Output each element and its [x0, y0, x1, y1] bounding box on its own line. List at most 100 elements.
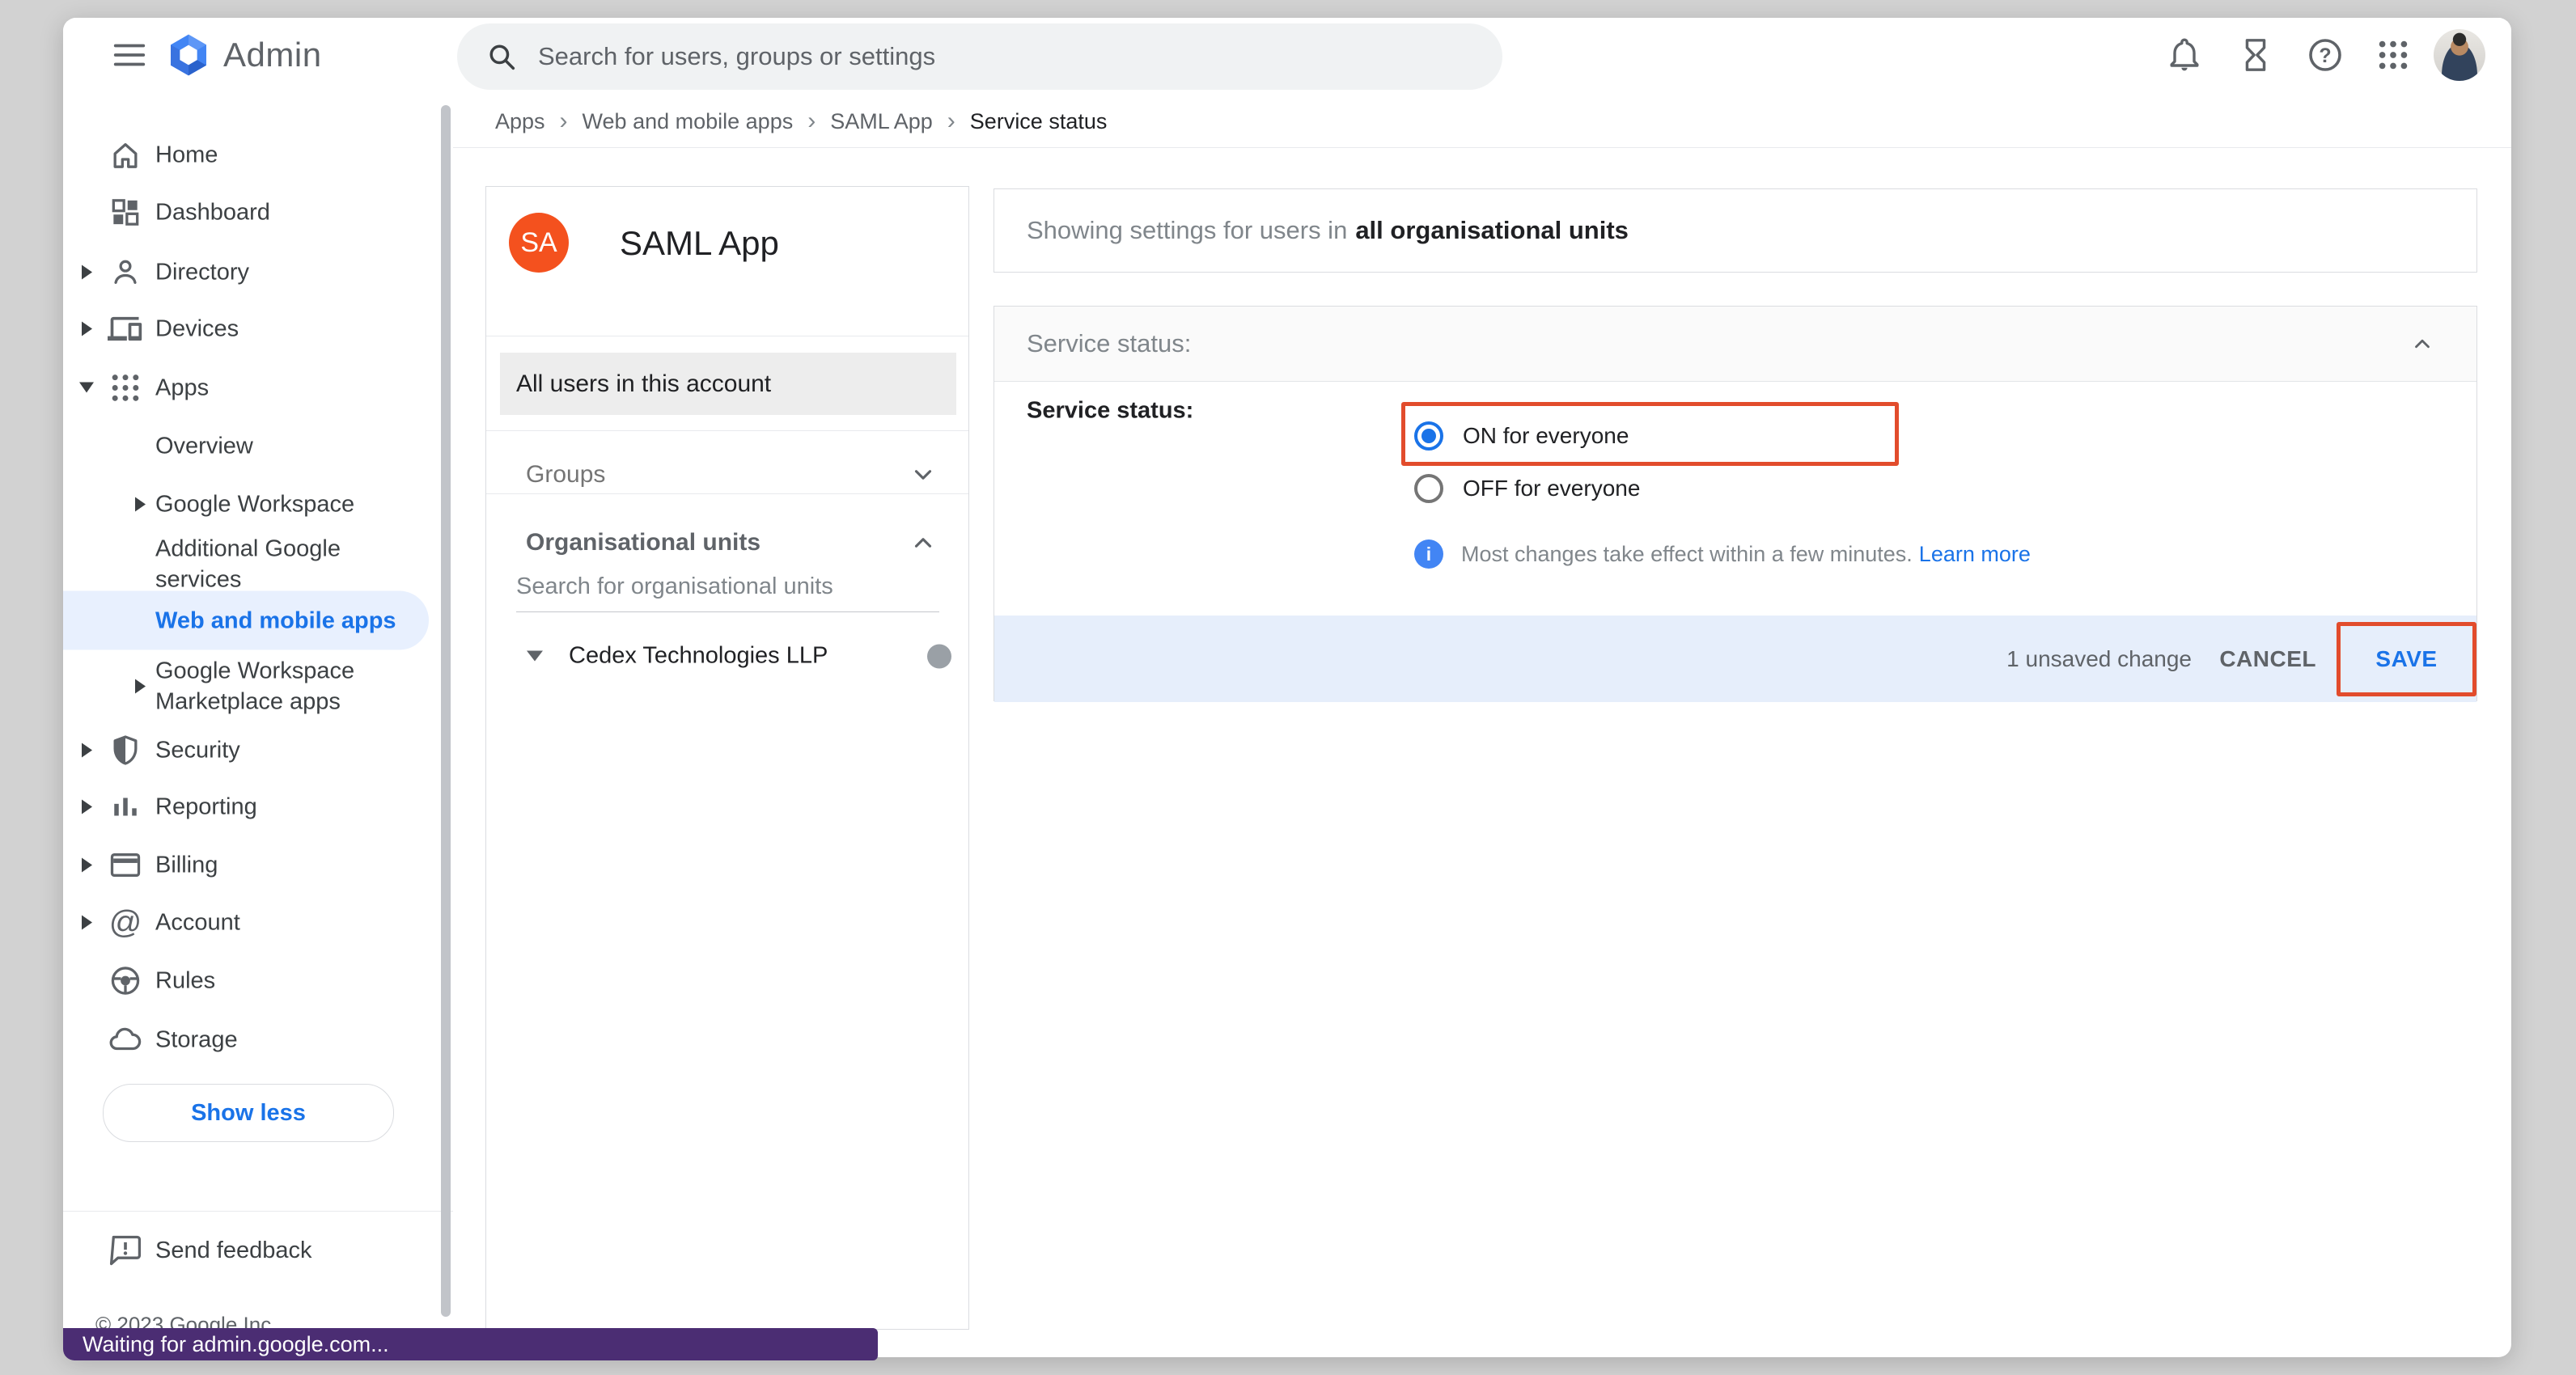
- radio-on-icon[interactable]: [1414, 421, 1443, 451]
- expand-arrow-icon[interactable]: [73, 799, 100, 814]
- sidebar-item-label: Storage: [155, 1024, 238, 1055]
- sidebar-item-label: Reporting: [155, 791, 257, 822]
- breadcrumb-separator: ›: [807, 108, 816, 135]
- org-units-search: [516, 573, 939, 612]
- all-users-row[interactable]: All users in this account: [500, 353, 956, 415]
- dashboard-icon: [107, 193, 144, 231]
- org-units-search-input[interactable]: [516, 573, 939, 612]
- collapse-arrow-icon[interactable]: [73, 383, 100, 393]
- sidebar-item-label: Account: [155, 907, 240, 937]
- account-avatar[interactable]: [2434, 29, 2485, 81]
- sidebar-item-web-and-mobile-apps[interactable]: Web and mobile apps: [63, 591, 429, 650]
- expand-arrow-icon[interactable]: [126, 679, 154, 693]
- breadcrumb-separator: ›: [560, 108, 568, 135]
- scope-prefix: Showing settings for users in: [1027, 216, 1347, 245]
- breadcrumb-link[interactable]: SAML App: [830, 109, 933, 134]
- help-icon[interactable]: ?: [2303, 32, 2348, 78]
- breadcrumb: Apps›Web and mobile apps›SAML App›Servic…: [453, 95, 2511, 148]
- groups-section-label: Groups: [526, 461, 605, 489]
- expand-arrow-icon[interactable]: [126, 497, 154, 511]
- sidebar-item-label: Devices: [155, 313, 239, 344]
- expand-arrow-icon[interactable]: [73, 321, 100, 336]
- service-status-header[interactable]: Service status:: [994, 307, 2476, 382]
- expand-arrow-icon[interactable]: [73, 264, 100, 279]
- sidebar-item-label: Dashboard: [155, 197, 270, 227]
- app-avatar: SA: [509, 213, 569, 273]
- org-units-section-label: Organisational units: [526, 529, 761, 556]
- sidebar-item-label: Overview: [155, 430, 253, 461]
- unsaved-count: 1 unsaved change: [2006, 646, 2192, 672]
- show-less-button[interactable]: Show less: [103, 1084, 394, 1142]
- app-name: SAML App: [620, 224, 779, 263]
- sidebar-item-additional-google-services[interactable]: Additional Google services: [63, 535, 429, 594]
- learn-more-link[interactable]: Learn more: [1919, 542, 2031, 567]
- breadcrumb-link[interactable]: Web and mobile apps: [583, 109, 794, 134]
- sidebar-item-dashboard[interactable]: Dashboard: [63, 183, 429, 242]
- radio-off-option[interactable]: OFF for everyone: [1414, 474, 1640, 503]
- sidebar-item-apps[interactable]: Apps: [63, 358, 429, 417]
- search-input[interactable]: [536, 41, 1430, 72]
- scope-strong: all organisational units: [1355, 216, 1629, 245]
- shield-icon: [107, 731, 144, 768]
- app-panel: SA SAML App All users in this account Gr…: [485, 186, 969, 1330]
- sidebar-item-security[interactable]: Security: [63, 721, 429, 780]
- sidebar-item-reporting[interactable]: Reporting: [63, 777, 429, 836]
- sidebar-item-label: Rules: [155, 965, 215, 996]
- browser-status-bar: Waiting for admin.google.com...: [63, 1328, 878, 1360]
- highlight-box-save[interactable]: SAVE: [2337, 622, 2476, 696]
- field-label: Service status:: [1027, 398, 1193, 425]
- sidebar-item-home[interactable]: Home: [63, 125, 429, 184]
- sidebar-item-google-workspace[interactable]: Google Workspace: [63, 475, 429, 534]
- breadcrumb-link[interactable]: Apps: [495, 109, 545, 134]
- info-text: Most changes take effect within a few mi…: [1461, 542, 1913, 567]
- sidebar-item-overview[interactable]: Overview: [63, 417, 429, 476]
- sidebar-item-directory[interactable]: Directory: [63, 243, 429, 302]
- chevron-down-icon[interactable]: [909, 461, 937, 489]
- sidebar-item-account[interactable]: @ Account: [63, 893, 429, 952]
- global-search[interactable]: [457, 23, 1502, 90]
- apps-grid-icon: [107, 369, 144, 406]
- home-icon: [107, 136, 144, 173]
- sidebar-item-rules[interactable]: Rules: [63, 951, 429, 1010]
- info-icon: i: [1414, 539, 1443, 569]
- svg-text:?: ?: [2319, 44, 2331, 67]
- service-status-card: Service status: Service status: ON for e…: [994, 306, 2477, 701]
- sidebar-item-devices[interactable]: Devices: [63, 299, 429, 358]
- send-feedback-button[interactable]: Send feedback: [63, 1232, 311, 1269]
- tree-expand-icon[interactable]: [527, 651, 543, 662]
- scope-card: Showing settings for users in all organi…: [994, 188, 2477, 273]
- sidebar-item-google-workspace-marketplace-apps[interactable]: Google Workspace Marketplace apps: [63, 657, 429, 716]
- section-title: Service status:: [1027, 329, 1191, 358]
- admin-logo-icon: [165, 32, 212, 78]
- send-feedback-label: Send feedback: [155, 1235, 311, 1266]
- radio-off-icon[interactable]: [1414, 474, 1443, 503]
- divider: [486, 493, 968, 494]
- sidebar-item-label: Billing: [155, 849, 218, 880]
- sidebar-scrollbar[interactable]: [441, 105, 451, 1317]
- credit-card-icon: [107, 846, 144, 883]
- sidebar-item-label: Google Workspace: [155, 489, 354, 519]
- admin-console-window: Admin ? Apps›Web and mobile apps›SAML Ap…: [63, 18, 2511, 1357]
- expand-arrow-icon[interactable]: [73, 742, 100, 757]
- radio-on-option[interactable]: ON for everyone: [1414, 421, 1629, 451]
- save-button[interactable]: SAVE: [2375, 646, 2437, 672]
- sidebar-item-billing[interactable]: Billing: [63, 836, 429, 895]
- sidebar-item-storage[interactable]: Storage: [63, 1010, 429, 1069]
- expand-arrow-icon[interactable]: [73, 857, 100, 872]
- collapse-section-icon[interactable]: [2410, 332, 2434, 356]
- cancel-button[interactable]: CANCEL: [2219, 646, 2316, 672]
- at-sign-icon: @: [107, 903, 144, 941]
- org-unit-row[interactable]: Cedex Technologies LLP: [486, 643, 968, 670]
- sidebar-item-label: Apps: [155, 372, 209, 403]
- sidebar-item-label: Google Workspace Marketplace apps: [155, 655, 429, 717]
- sidebar-divider: [63, 1211, 453, 1212]
- notifications-bell-icon[interactable]: [2162, 32, 2207, 78]
- tasks-hourglass-icon[interactable]: [2233, 32, 2278, 78]
- google-apps-grid-icon[interactable]: [2371, 32, 2416, 78]
- chevron-up-icon[interactable]: [909, 529, 937, 556]
- expand-arrow-icon[interactable]: [73, 915, 100, 929]
- all-users-label: All users in this account: [516, 370, 771, 398]
- org-unit-status-dot: [927, 644, 951, 668]
- menu-icon[interactable]: [105, 37, 154, 73]
- status-text: Waiting for admin.google.com...: [83, 1332, 389, 1357]
